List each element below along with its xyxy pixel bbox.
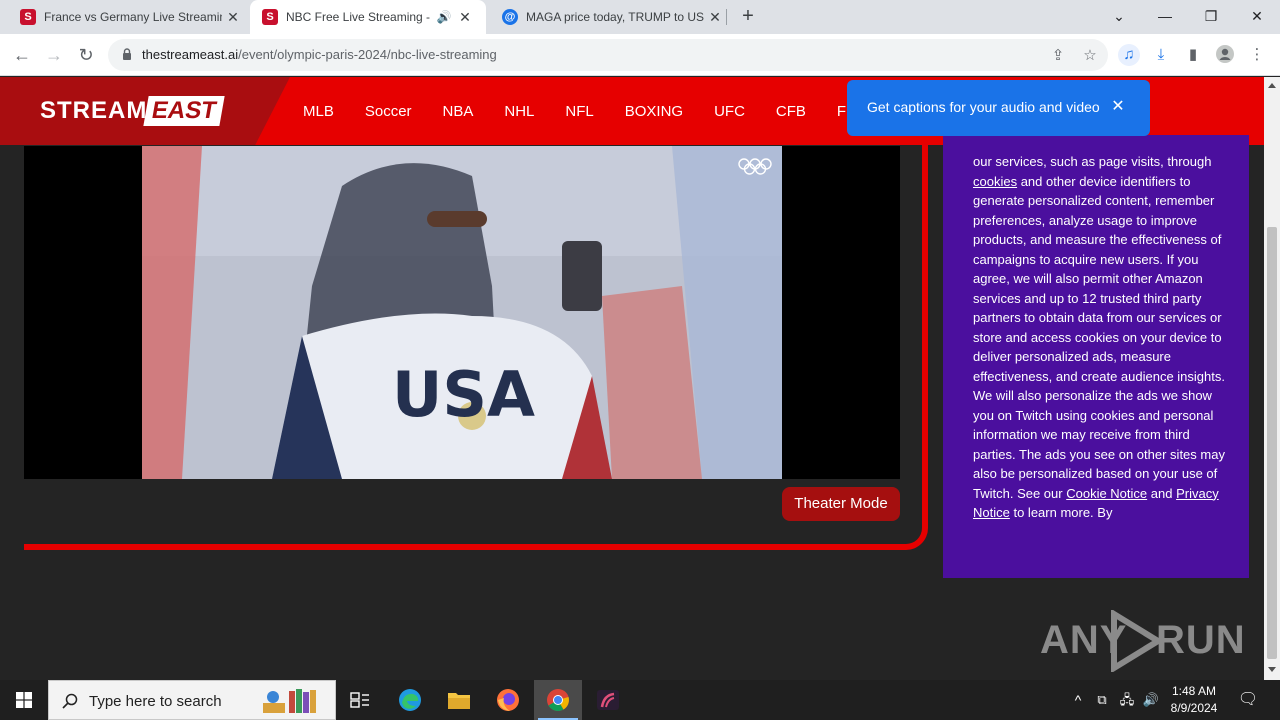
windows-logo-icon xyxy=(16,692,32,708)
notification-center-icon[interactable]: 🗨 xyxy=(1234,680,1262,720)
search-icon xyxy=(62,693,78,709)
tab-maga-price[interactable]: @ MAGA price today, TRUMP to US ✕ xyxy=(490,0,726,34)
back-arrow-icon[interactable]: ← xyxy=(10,43,34,67)
clock-date: 8/9/2024 xyxy=(1170,701,1218,715)
video-shirt-text: USA xyxy=(392,358,535,431)
consent-text: our services, such as page visits, throu… xyxy=(973,154,1225,520)
tab-france-germany[interactable]: S France vs Germany Live Streamin ✕ xyxy=(8,0,244,34)
tab-title: NBC Free Live Streaming - S xyxy=(286,10,434,24)
volume-icon[interactable]: 🔊 xyxy=(1140,680,1162,720)
taskbar-clock[interactable]: 1:48 AM 8/9/2024 xyxy=(1164,683,1224,717)
clock-time: 1:48 AM xyxy=(1171,684,1217,698)
minimize-icon[interactable]: — xyxy=(1142,0,1188,34)
coin-favicon-icon: @ xyxy=(502,9,518,25)
search-highlight-books-icon xyxy=(263,689,316,713)
screen: S France vs Germany Live Streamin ✕ S NB… xyxy=(0,0,1280,720)
close-window-icon[interactable]: ✕ xyxy=(1234,0,1280,34)
firefox-icon xyxy=(497,689,519,711)
chrome-icon xyxy=(547,689,569,711)
web-page: STREAM EAST MLB Soccer NBA NHL NFL BOXIN… xyxy=(0,77,1264,679)
cookies-link[interactable]: cookies xyxy=(973,174,1017,189)
side-panel-icon[interactable]: ▮ xyxy=(1182,44,1204,66)
edge-icon xyxy=(399,689,421,711)
tab-nbc-live-streaming[interactable]: S NBC Free Live Streaming - S 🔊 ✕ xyxy=(250,0,486,34)
captions-promo-bubble: Get captions for your audio and video ✕ xyxy=(847,80,1150,136)
bookmark-star-icon[interactable]: ☆ xyxy=(1080,46,1100,66)
tab-separator xyxy=(726,9,727,25)
profile-avatar-icon[interactable] xyxy=(1214,44,1236,66)
task-view-button[interactable] xyxy=(336,680,384,720)
theater-mode-button[interactable]: Theater Mode xyxy=(782,487,900,521)
close-tab-icon[interactable]: ✕ xyxy=(222,9,244,26)
browser-toolbar: ← → ↻ thestreameast.ai/event/olympic-par… xyxy=(0,34,1280,76)
streameast-favicon-icon: S xyxy=(20,9,36,25)
app-swirl-icon xyxy=(597,690,619,710)
task-view-icon xyxy=(350,692,369,708)
taskbar-search-box[interactable]: Type here to search xyxy=(48,680,336,720)
play-triangle-icon xyxy=(1111,610,1162,672)
folder-icon xyxy=(448,693,470,709)
edge-taskbar-button[interactable] xyxy=(386,680,434,720)
download-icon[interactable]: ⤓ xyxy=(1150,44,1172,66)
tab-search-chevron-icon[interactable]: ⌄ xyxy=(1096,0,1142,34)
address-bar[interactable]: thestreameast.ai/event/olympic-paris-202… xyxy=(108,39,1108,71)
media-control-icon[interactable]: ♫ xyxy=(1118,44,1140,66)
close-tab-icon[interactable]: ✕ xyxy=(704,9,726,26)
app-taskbar-button[interactable] xyxy=(584,680,632,720)
url-path: /event/olympic-paris-2024/nbc-live-strea… xyxy=(238,47,497,62)
close-icon[interactable]: ✕ xyxy=(1109,98,1127,116)
network-drive-icon[interactable]: ⧉ xyxy=(1092,680,1112,720)
lock-icon xyxy=(123,48,131,60)
kebab-menu-icon[interactable]: ⋮ xyxy=(1246,44,1268,66)
network-icon[interactable]: 🖧 xyxy=(1116,680,1138,720)
captions-message: Get captions for your audio and video xyxy=(867,99,1100,115)
tab-title: MAGA price today, TRUMP to US xyxy=(526,10,704,24)
chrome-taskbar-button[interactable] xyxy=(534,680,582,720)
reload-icon[interactable]: ↻ xyxy=(74,43,98,67)
search-placeholder: Type here to search xyxy=(89,693,222,710)
url-host: thestreameast.ai xyxy=(142,47,239,62)
share-icon[interactable]: ⇪ xyxy=(1048,46,1068,66)
scrollbar-thumb[interactable] xyxy=(1267,227,1277,659)
video-still-image: USA xyxy=(142,146,782,479)
windows-taskbar: Type here to search ^ ⧉ 🖧 🔊 1:48 AM 8/9/… xyxy=(0,680,1280,720)
tab-title: France vs Germany Live Streamin xyxy=(44,10,222,24)
close-tab-icon[interactable]: ✕ xyxy=(454,9,476,26)
page-scrollbar[interactable] xyxy=(1264,77,1280,680)
scroll-down-arrow-icon[interactable] xyxy=(1268,667,1276,672)
url-text: thestreameast.ai/event/olympic-paris-202… xyxy=(142,47,497,62)
speaker-icon[interactable]: 🔊 xyxy=(434,10,454,24)
new-tab-plus-icon[interactable]: + xyxy=(736,4,760,28)
file-explorer-taskbar-button[interactable] xyxy=(435,680,483,720)
restore-icon[interactable]: ❐ xyxy=(1188,0,1234,34)
tray-chevron-up-icon[interactable]: ^ xyxy=(1068,680,1088,720)
anyrun-watermark: ANY RUN xyxy=(1040,610,1245,674)
firefox-taskbar-button[interactable] xyxy=(484,680,532,720)
cookie-consent-panel: our services, such as page visits, throu… xyxy=(943,135,1249,578)
forward-arrow-icon[interactable]: → xyxy=(42,43,66,67)
tab-strip: S France vs Germany Live Streamin ✕ S NB… xyxy=(0,0,1280,34)
video-frame[interactable]: USA xyxy=(142,146,782,479)
video-player[interactable]: USA xyxy=(24,146,900,479)
streameast-favicon-icon: S xyxy=(262,9,278,25)
windows-start-button[interactable] xyxy=(0,680,48,720)
scroll-up-arrow-icon[interactable] xyxy=(1268,83,1276,88)
cookie-notice-link[interactable]: Cookie Notice xyxy=(1066,486,1147,501)
